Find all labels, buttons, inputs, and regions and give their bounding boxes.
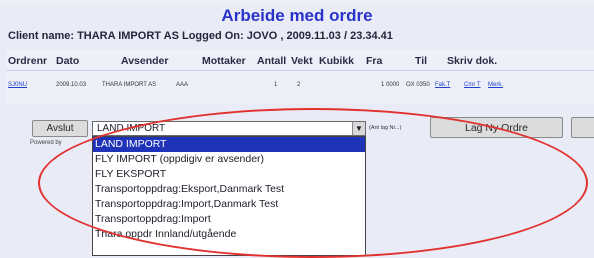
- page-title: Arbeide med ordre: [221, 6, 373, 25]
- cell-til: OX 0350: [406, 82, 430, 88]
- order-number-link[interactable]: SJ0NU: [8, 82, 27, 88]
- dropdown-arrow-icon[interactable]: ▼: [352, 122, 365, 135]
- cell-antall: 1: [274, 82, 278, 88]
- client-info: Client name: THARA IMPORT AS Logged On: …: [8, 30, 393, 42]
- cell-mottaker: AAA: [176, 82, 189, 88]
- cell-fra: 1 0000: [381, 82, 400, 88]
- col-header-fra: Fra: [366, 55, 383, 67]
- col-header-kubikk: Kubikk: [319, 55, 355, 67]
- dropdown-option[interactable]: Transportoppdrag:Eksport,Danmark Test: [93, 182, 365, 197]
- new-order-button[interactable]: Lag Ny Ordre: [430, 117, 563, 138]
- dropdown-option[interactable]: LAND IMPORT: [93, 137, 365, 152]
- col-header-mottaker: Mottaker: [202, 55, 246, 67]
- col-header-antall: Antall: [257, 55, 287, 67]
- merk-link[interactable]: Merk.: [488, 82, 503, 88]
- cell-dato: 2009.10.03: [56, 82, 87, 88]
- powered-by-text: Powered by: [30, 140, 62, 146]
- order-type-select[interactable]: LAND IMPORT ▼: [92, 121, 366, 136]
- order-table: Ordrenr Dato Avsender Mottaker Antall Ve…: [6, 50, 594, 104]
- col-header-vekt: Vekt: [291, 55, 313, 67]
- col-header-til: Til: [415, 55, 428, 67]
- col-header-dato: Dato: [56, 55, 80, 67]
- avslut-button[interactable]: Avslut: [32, 120, 88, 137]
- col-header-avsender: Avsender: [121, 55, 169, 67]
- col-header-ordrenr: Ordrenr: [8, 55, 48, 67]
- cell-avsender: THARA IMPORT AS: [102, 82, 157, 88]
- order-type-dropdown-list[interactable]: LAND IMPORT FLY IMPORT (oppdigiv er avse…: [92, 136, 366, 256]
- row-divider: [6, 70, 594, 71]
- cell-vekt: 2: [297, 82, 301, 88]
- dropdown-option[interactable]: FLY IMPORT (oppdigiv er avsender): [93, 152, 365, 167]
- dropdown-option[interactable]: FLY EKSPORT: [93, 167, 365, 182]
- dropdown-option[interactable]: Thara oppdr Innland/utgående: [93, 227, 365, 242]
- dropdown-option[interactable]: Transportoppdrag:Import: [93, 212, 365, 227]
- extra-button[interactable]: [571, 117, 594, 138]
- cmr-link[interactable]: Cmr T: [464, 82, 481, 88]
- select-value: LAND IMPORT: [97, 123, 166, 134]
- col-header-skriv-dok: Skriv dok.: [447, 55, 498, 67]
- hint-text: (Ant lag Nr...): [369, 125, 402, 131]
- fak-link[interactable]: Fak.T: [435, 82, 450, 88]
- dropdown-option[interactable]: Transportoppdrag:Import,Danmark Test: [93, 197, 365, 212]
